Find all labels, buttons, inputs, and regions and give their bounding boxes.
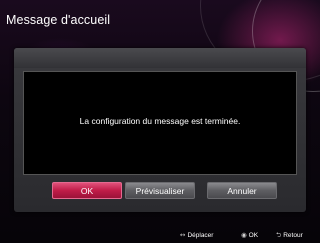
dialog-header-bar: [14, 48, 306, 68]
ok-circle-icon: ◉: [241, 231, 247, 239]
footer-hint-move: ↔ Déplacer: [180, 230, 213, 240]
screen-background: Message d'accueil La configuration du me…: [0, 0, 320, 243]
left-right-arrows-icon: ↔: [180, 231, 186, 239]
hint-label: Retour: [283, 232, 303, 239]
message-box: La configuration du message est terminée…: [23, 71, 297, 175]
ok-button[interactable]: OK: [52, 182, 122, 199]
message-text: La configuration du message est terminée…: [79, 116, 241, 126]
footer-hint-back: ⮌ Retour: [276, 230, 303, 240]
cancel-button[interactable]: Annuler: [207, 182, 277, 199]
preview-button[interactable]: Prévisualiser: [125, 182, 195, 199]
hint-label: Déplacer: [187, 232, 214, 239]
footer-hint-ok: ◉ OK: [241, 230, 258, 240]
hint-label: OK: [248, 232, 259, 239]
dialog-panel: La configuration du message est terminée…: [14, 48, 306, 212]
page-title: Message d'accueil: [6, 13, 111, 27]
return-arrow-icon: ⮌: [276, 231, 282, 239]
